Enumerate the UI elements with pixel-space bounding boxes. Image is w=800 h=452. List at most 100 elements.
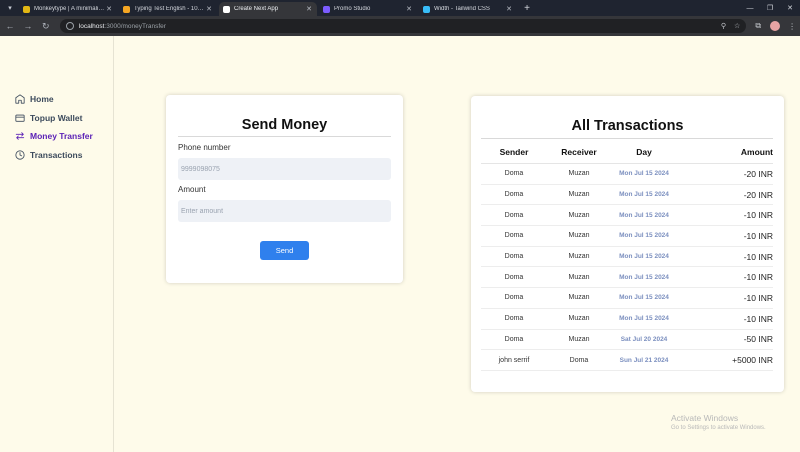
cell-receiver: Muzan — [568, 170, 590, 178]
transactions-table-body: Doma Muzan Mon Jul 15 2024 -20 INR Doma Muzan… — [481, 164, 773, 371]
cell-day: Mon Jul 15 2024 — [619, 170, 669, 178]
sidebar-item-money-transfer[interactable]: Money Transfer — [15, 127, 93, 146]
cell-receiver: Muzan — [568, 294, 590, 302]
tab-search-icon[interactable]: ▾ — [4, 2, 16, 14]
tab-favicon-icon — [323, 5, 330, 13]
tab-favicon-icon — [123, 5, 130, 13]
table-row: Doma Muzan Mon Jul 15 2024 -10 INR — [481, 205, 773, 227]
tab-close-icon[interactable]: ✕ — [405, 5, 413, 13]
back-icon[interactable]: ← — [2, 18, 18, 34]
tab-title: Monkeytype | A minimalistic, c — [34, 6, 105, 12]
cell-sender: Doma — [504, 253, 524, 261]
table-row: Doma Muzan Mon Jul 15 2024 -20 INR — [481, 185, 773, 206]
cell-day: Mon Jul 15 2024 — [619, 294, 669, 302]
new-tab-button[interactable]: + — [521, 3, 533, 14]
sidebar: Home Topup Wallet Money Transfer Transactio… — [0, 36, 114, 452]
send-money-title: Send Money — [241, 117, 328, 133]
cell-sender: Doma — [504, 232, 524, 240]
cell-amount: -10 INR — [743, 292, 773, 303]
tab-favicon-icon — [223, 5, 230, 13]
browser-tab[interactable]: Width - Tailwind CSS ✕ — [419, 2, 517, 16]
cell-receiver: Muzan — [568, 232, 590, 240]
sidebar-item-topup-wallet[interactable]: Topup Wallet — [15, 109, 93, 128]
table-row: Doma Muzan Mon Jul 15 2024 -20 INR — [481, 164, 773, 185]
cell-receiver: Muzan — [568, 273, 590, 281]
url-path: :3000/moneyTransfer — [104, 22, 166, 30]
minimize-icon[interactable]: — — [740, 0, 760, 16]
sidebar-item-label: Money Transfer — [30, 131, 93, 142]
send-money-card: Send Money Phone number 9999098075 Amoun… — [166, 95, 403, 283]
watermark-title: Activate Windows — [671, 413, 739, 423]
header-receiver: Receiver — [561, 146, 597, 157]
tab-close-icon[interactable]: ✕ — [105, 5, 113, 13]
tab-favicon-icon — [23, 5, 30, 13]
cell-receiver: Muzan — [568, 315, 590, 323]
cell-sender: Doma — [504, 211, 524, 219]
browser-menu-icon[interactable]: ⋮ — [784, 18, 800, 34]
cell-amount: -20 INR — [743, 189, 773, 200]
tab-title: Promo Studio — [334, 6, 371, 12]
sidebar-item-home[interactable]: Home — [15, 90, 93, 109]
transfer-icon — [15, 132, 25, 140]
send-button[interactable]: Send — [260, 241, 309, 260]
table-header: Sender Receiver Day Amount — [481, 140, 773, 164]
sidebar-item-label: Topup Wallet — [30, 112, 83, 123]
browser-tab[interactable]: Monkeytype | A minimalistic, c✕ — [19, 2, 117, 16]
app-root: Home Topup Wallet Money Transfer Transactio… — [0, 36, 800, 452]
zoom-icon[interactable]: ⚲ — [721, 22, 726, 30]
site-info-icon[interactable] — [65, 22, 74, 30]
cell-sender: Doma — [504, 294, 524, 302]
cell-amount: +5000 INR — [732, 355, 773, 366]
sidebar-item-label: Transactions — [30, 149, 83, 160]
extensions-icon[interactable]: ⧉ — [750, 18, 766, 34]
table-row: Doma Muzan Sat Jul 20 2024 -50 INR — [481, 330, 773, 351]
amount-label: Amount — [178, 185, 206, 194]
cell-day: Mon Jul 15 2024 — [619, 273, 669, 281]
cell-receiver: Muzan — [568, 335, 590, 343]
cell-receiver: Muzan — [568, 191, 590, 199]
browser-tab[interactable]: Create Next App ✕ — [219, 2, 317, 16]
profile-avatar[interactable] — [770, 21, 781, 31]
tab-close-icon[interactable]: ✕ — [305, 5, 313, 13]
forward-icon[interactable]: → — [20, 18, 36, 34]
sidebar-item-label: Home — [30, 94, 54, 105]
cell-day: Sun Jul 21 2024 — [619, 356, 669, 364]
wallet-icon — [15, 114, 25, 122]
cell-receiver: Muzan — [568, 211, 590, 219]
cell-sender: Doma — [504, 170, 524, 178]
tab-close-icon[interactable]: ✕ — [205, 5, 213, 13]
tab-list: Monkeytype | A minimalistic, c✕Typing Te… — [19, 0, 519, 16]
header-day: Day — [636, 146, 652, 157]
divider — [178, 136, 391, 137]
address-bar[interactable]: localhost :3000/moneyTransfer ⚲ ☆ — [59, 19, 747, 33]
cell-amount: -10 INR — [743, 313, 773, 324]
window-controls: — ❐ ✕ — [740, 0, 800, 16]
sidebar-item-transactions[interactable]: Transactions — [15, 146, 93, 165]
cell-day: Mon Jul 15 2024 — [619, 232, 669, 240]
browser-tab[interactable]: Typing Test English - 10FastFi✕ — [119, 2, 217, 16]
table-row: john serrif Doma Sun Jul 21 2024 +5000 INR — [481, 350, 773, 371]
cell-receiver: Muzan — [568, 253, 590, 261]
browser-tab[interactable]: Promo Studio ✕ — [319, 2, 417, 16]
cell-day: Mon Jul 15 2024 — [619, 211, 669, 219]
cell-sender: john serrif — [498, 356, 530, 364]
phone-label: Phone number — [178, 143, 231, 152]
cell-sender: Doma — [504, 191, 524, 199]
close-window-icon[interactable]: ✕ — [780, 0, 800, 16]
watermark-subtitle: Go to Settings to activate Windows. — [671, 425, 766, 431]
browser-tab-strip: ▾ Monkeytype | A minimalistic, c✕Typing … — [0, 0, 800, 16]
divider — [481, 138, 773, 139]
transactions-card: All Transactions Sender Receiver Day Amo… — [471, 96, 784, 392]
amount-input[interactable]: Enter amount — [178, 200, 391, 222]
bookmark-star-icon[interactable]: ☆ — [734, 22, 740, 30]
tab-title: Typing Test English - 10FastFi — [134, 6, 205, 12]
cell-day: Mon Jul 15 2024 — [619, 191, 669, 199]
phone-number-input[interactable]: 9999098075 — [178, 158, 391, 180]
table-row: Doma Muzan Mon Jul 15 2024 -10 INR — [481, 226, 773, 247]
reload-icon[interactable]: ↻ — [38, 18, 54, 34]
tab-close-icon[interactable]: ✕ — [505, 5, 513, 13]
cell-amount: -10 INR — [743, 272, 773, 283]
table-row: Doma Muzan Mon Jul 15 2024 -10 INR — [481, 309, 773, 330]
cell-amount: -10 INR — [743, 210, 773, 221]
restore-icon[interactable]: ❐ — [760, 0, 780, 16]
